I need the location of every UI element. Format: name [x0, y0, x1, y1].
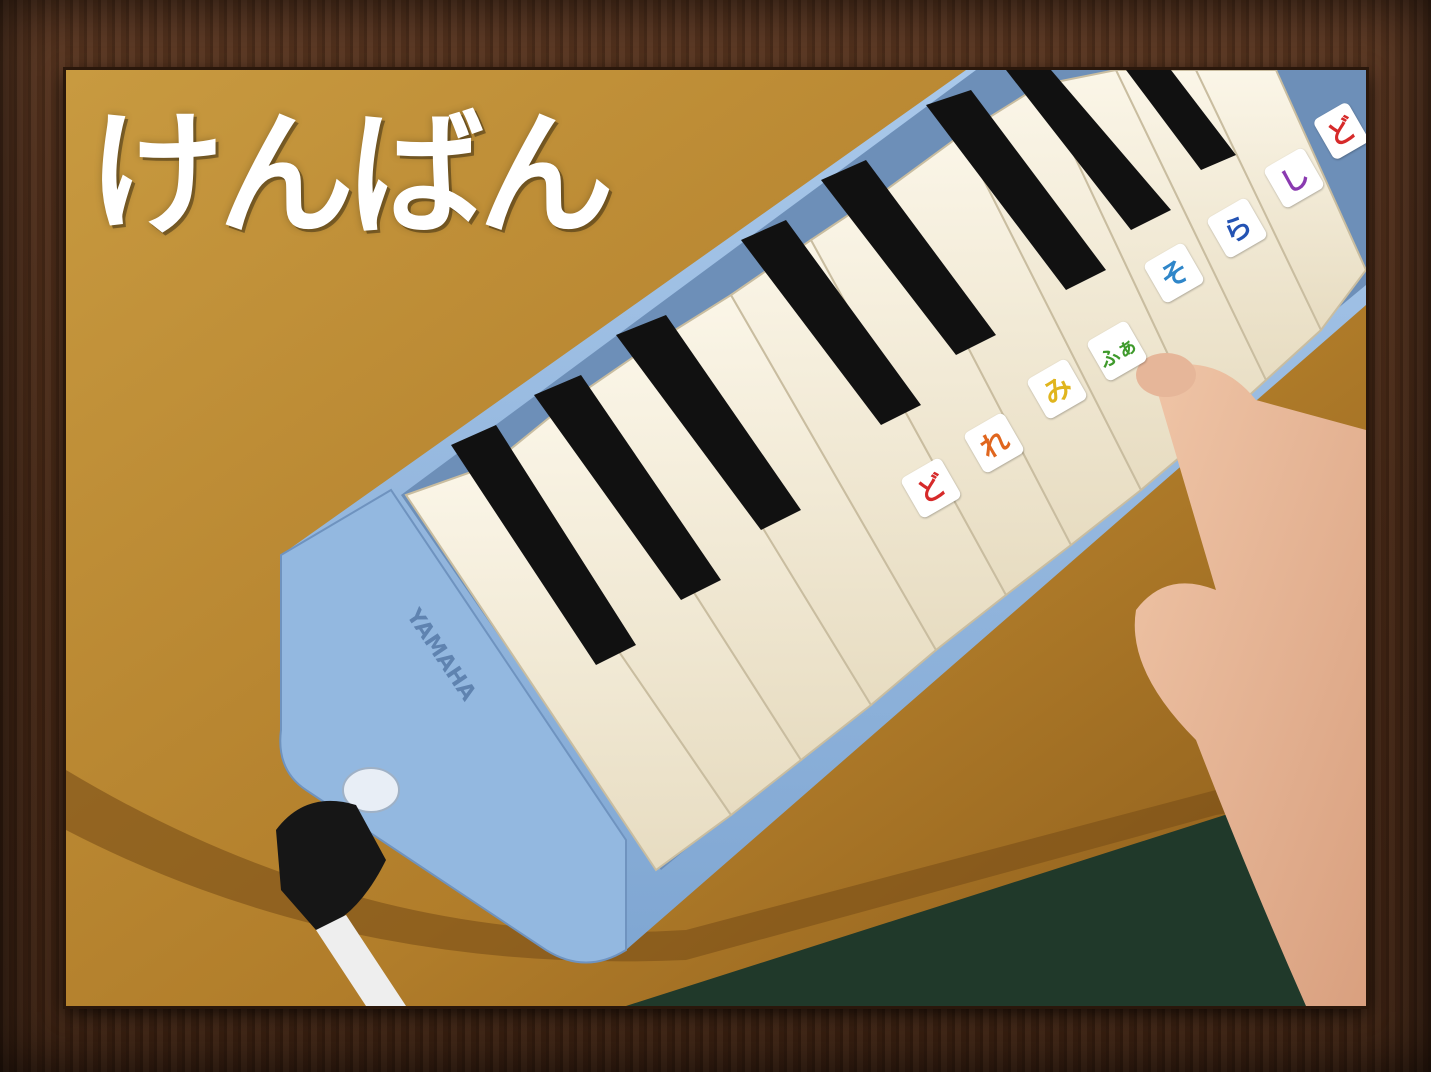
page-title: けんばん: [88, 97, 614, 255]
